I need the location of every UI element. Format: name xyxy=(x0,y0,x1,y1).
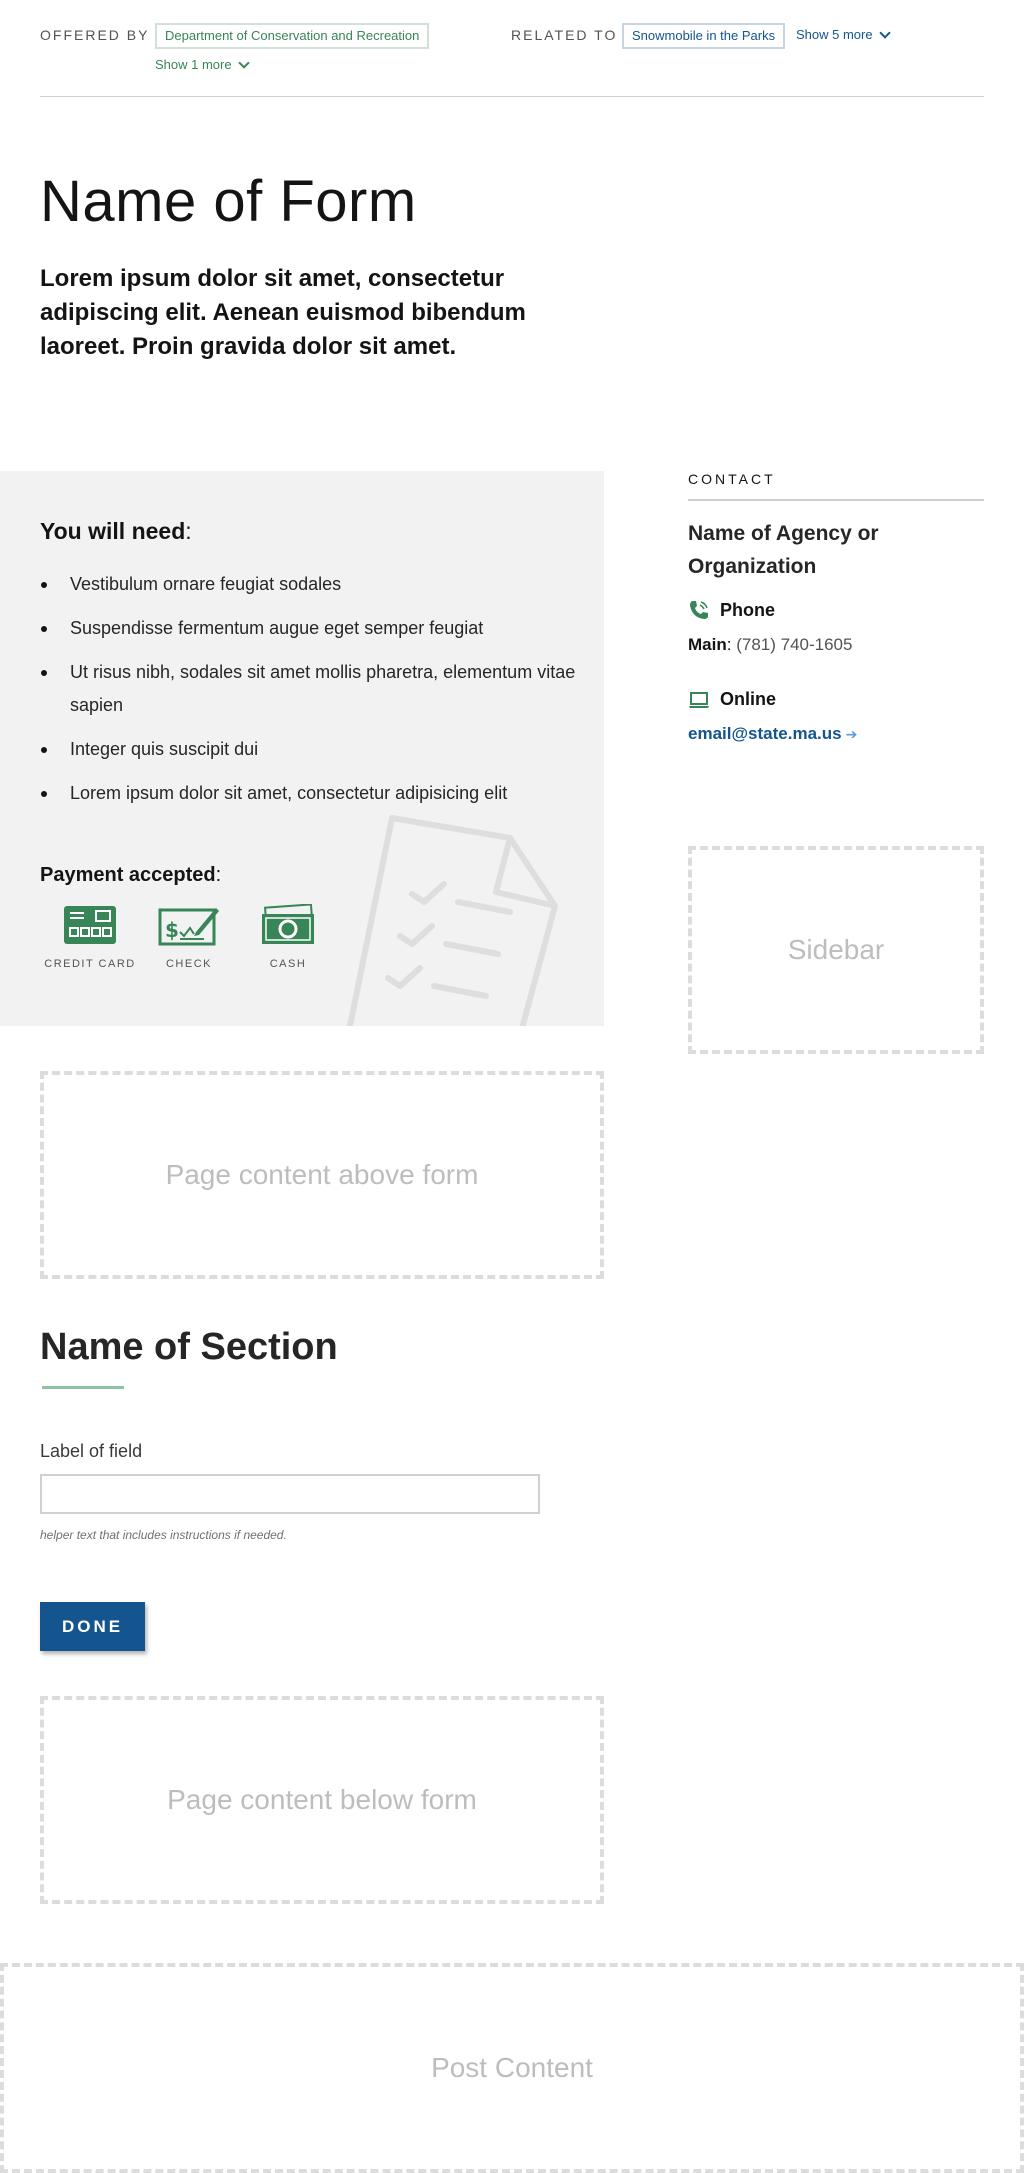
contact-main-label: Main xyxy=(688,635,727,654)
payment-title-text: Payment accepted xyxy=(40,864,216,886)
requirements-list: Vestibulum ornare feugiat sodales Suspen… xyxy=(40,568,580,821)
related-to-tag[interactable]: Snowmobile in the Parks xyxy=(622,23,786,49)
payment-cash: CASH xyxy=(233,904,343,970)
requirements-title: You will need: xyxy=(40,518,192,545)
related-show-more-label: Show 5 more xyxy=(796,27,873,42)
content-above-placeholder: Page content above form xyxy=(40,1071,604,1279)
laptop-icon xyxy=(689,691,709,708)
contact-online-label: Online xyxy=(720,689,777,709)
payment-label: CREDIT CARD xyxy=(44,958,136,970)
chevron-down-icon xyxy=(237,56,250,69)
requirements-title-text: You will need xyxy=(40,518,186,544)
page-title: Name of Form xyxy=(40,169,417,234)
payment-title: Payment accepted: xyxy=(40,864,221,887)
field-helper-text: helper text that includes instructions i… xyxy=(40,1528,287,1542)
post-content-placeholder-text: Post Content xyxy=(431,2052,593,2083)
arrow-right-icon: ➔ xyxy=(845,725,858,742)
requirements-panel: You will need: Vestibulum ornare feugiat… xyxy=(0,471,604,1026)
payment-label: CHECK xyxy=(165,958,212,970)
cash-icon xyxy=(262,904,314,944)
requirements-title-colon: : xyxy=(185,518,192,544)
contact-phone-heading: Phone xyxy=(688,599,984,621)
check-icon: $ xyxy=(158,908,219,946)
list-item: Integer quis suscipit dui xyxy=(40,733,580,766)
credit-card-icon xyxy=(64,906,116,944)
contact-email-link[interactable]: email@state.ma.us ➔ xyxy=(688,724,984,744)
related-to-label: RELATED TO xyxy=(511,27,618,43)
payment-title-colon: : xyxy=(215,864,222,886)
text-field[interactable] xyxy=(40,1474,540,1514)
contact-phone-number[interactable]: (781) 740-1605 xyxy=(736,635,852,654)
sidebar-placeholder-text: Sidebar xyxy=(787,934,885,965)
contact-main-colon: : xyxy=(726,635,732,654)
contact-phone-label: Phone xyxy=(720,599,776,620)
post-content-placeholder: Post Content xyxy=(0,1963,1024,2173)
contact-divider xyxy=(688,499,984,501)
offered-show-more-label: Show 1 more xyxy=(155,57,232,72)
phone-icon xyxy=(690,601,708,619)
page-meta-bar: OFFERED BY Department of Conservation an… xyxy=(0,0,1024,97)
list-item: Lorem ipsum dolor sit amet, consectetur … xyxy=(40,777,580,810)
contact-org-name: Name of Agency or Organization xyxy=(688,522,879,578)
list-item: Vestibulum ornare feugiat sodales xyxy=(40,568,580,601)
chevron-down-icon xyxy=(878,26,891,39)
content-above-placeholder-text: Page content above form xyxy=(165,1159,479,1190)
field-label: Label of field xyxy=(40,1441,143,1461)
list-item: Ut risus nibh, sodales sit amet mollis p… xyxy=(40,656,580,722)
offered-by-label: OFFERED BY xyxy=(40,27,150,43)
page-lede: Lorem ipsum dolor sit amet, consectetur … xyxy=(40,265,526,360)
offered-by-tag[interactable]: Department of Conservation and Recreatio… xyxy=(155,23,430,49)
content-below-placeholder-text: Page content below form xyxy=(167,1784,477,1815)
svg-text:$: $ xyxy=(165,918,179,942)
contact-main-line: Main: (781) 740-1605 xyxy=(688,635,984,655)
section-title-underline xyxy=(42,1386,124,1389)
payment-label: CASH xyxy=(269,958,307,970)
content-below-placeholder: Page content below form xyxy=(40,1696,604,1904)
contact-online-heading: Online xyxy=(688,689,984,710)
list-item: Suspendisse fermentum augue eget semper … xyxy=(40,612,580,645)
payment-check: $ CHECK xyxy=(134,904,244,970)
section-title: Name of Section xyxy=(40,1326,338,1368)
contact-sidebar: CONTACT Name of Agency or Organization P… xyxy=(688,471,984,744)
payment-credit-card: CREDIT CARD xyxy=(35,904,145,970)
done-button[interactable]: DONE xyxy=(40,1602,145,1651)
document-checklist-icon xyxy=(346,815,558,1026)
sidebar-placeholder: Sidebar xyxy=(688,846,984,1054)
meta-divider xyxy=(40,96,984,97)
related-show-more[interactable]: Show 5 more xyxy=(796,26,891,42)
offered-show-more[interactable]: Show 1 more xyxy=(155,56,250,72)
contact-email-text: email@state.ma.us xyxy=(688,724,842,743)
contact-caption: CONTACT xyxy=(688,471,776,487)
